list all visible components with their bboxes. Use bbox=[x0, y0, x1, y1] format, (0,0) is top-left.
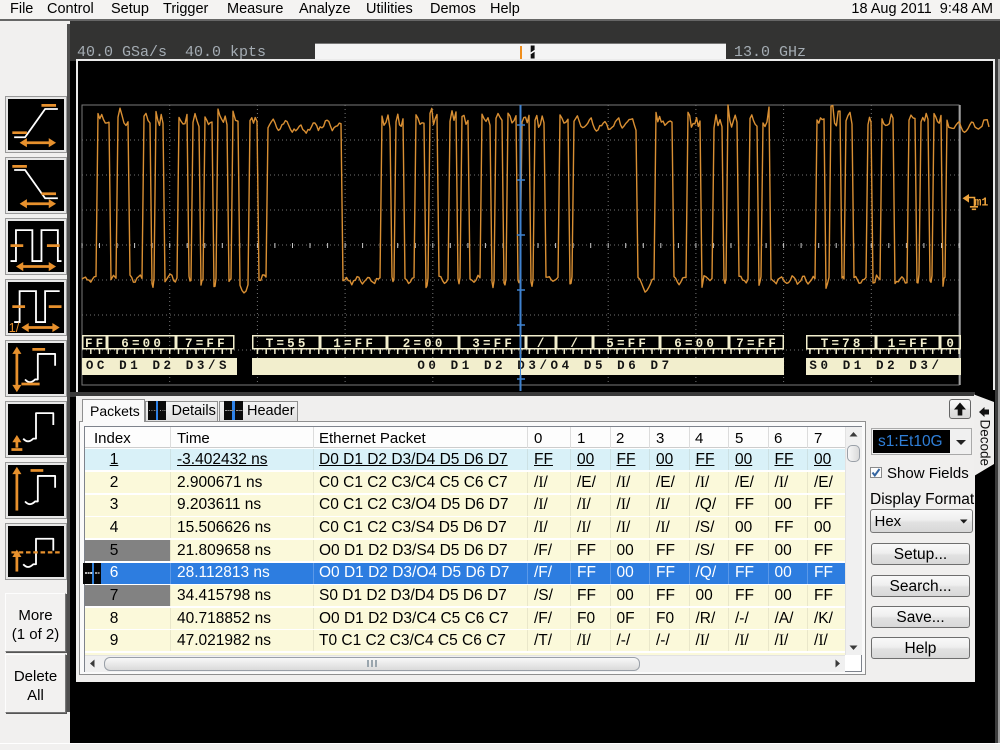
svg-text:Decode: Decode bbox=[978, 420, 993, 467]
